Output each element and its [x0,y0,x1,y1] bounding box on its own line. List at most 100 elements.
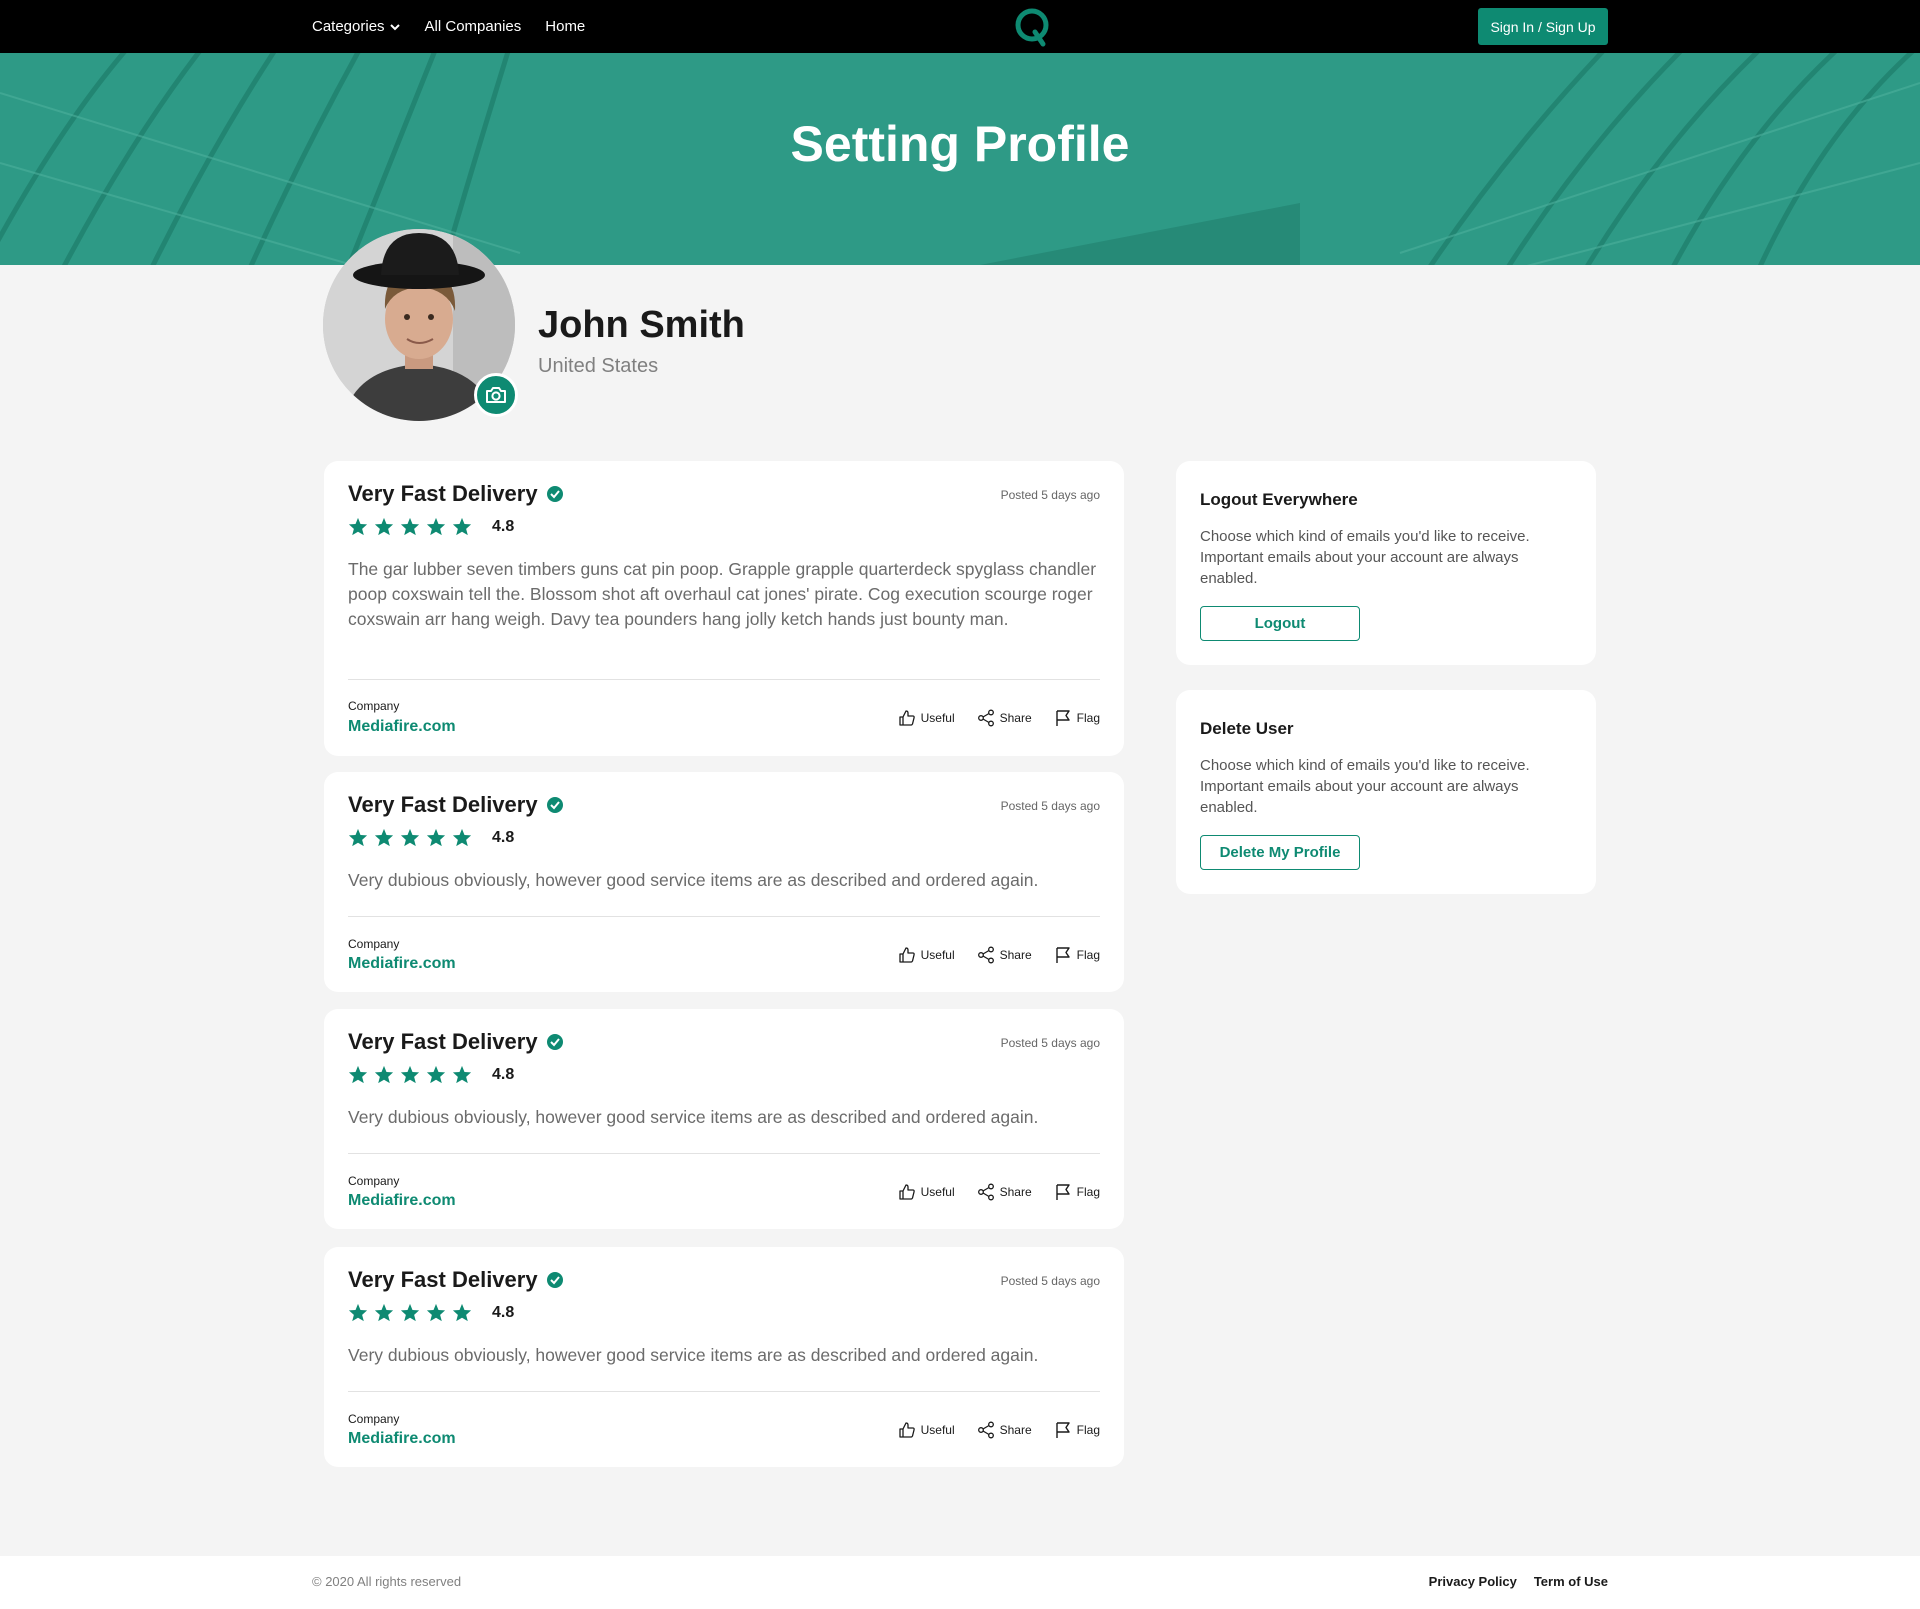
review-text: Very dubious obviously, however good ser… [348,1107,1039,1127]
review-title: Very Fast Delivery [348,1267,564,1293]
star-rating: 4.8 [348,1303,514,1322]
share-icon [977,946,994,964]
star-icon [348,828,368,847]
rating-value: 4.8 [492,517,515,535]
share-button[interactable]: Share [977,1421,1032,1439]
review-card: Very Fast Delivery Posted 5 days ago 4.8… [324,1009,1124,1229]
delete-card-text: Choose which kind of emails you'd like t… [1200,757,1530,816]
company-link[interactable]: Mediafire.com [348,718,456,736]
review-card: Very Fast Delivery Posted 5 days ago 4.8… [324,461,1124,756]
review-title: Very Fast Delivery [348,481,564,507]
delete-profile-button[interactable]: Delete My Profile [1200,835,1360,870]
flag-icon [1055,947,1070,963]
company-link[interactable]: Mediafire.com [348,1192,456,1210]
profile-name: John Smith [538,304,745,346]
review-actions: Useful Share Flag [898,1421,1100,1439]
change-photo-button[interactable] [474,373,518,417]
flag-icon [1055,1184,1070,1200]
delete-user-card: Delete User Choose which kind of emails … [1176,690,1596,894]
posted-date: Posted 5 days ago [1000,1274,1100,1288]
privacy-policy-link[interactable]: Privacy Policy [1429,1574,1517,1589]
review-title-text: Very Fast Delivery [348,1029,538,1054]
review-actions: Useful Share Flag [898,1183,1100,1201]
profile-country: United States [538,355,659,377]
star-icon [426,1303,446,1322]
thumbs-up-icon [898,710,915,726]
star-icon [452,828,472,847]
star-rating: 4.8 [348,1065,514,1084]
flag-button[interactable]: Flag [1054,946,1100,964]
thumbs-up-icon [898,1422,915,1438]
flag-label: Flag [1076,948,1100,962]
star-icon [400,1065,420,1084]
share-label: Share [999,948,1032,962]
posted-date: Posted 5 days ago [1000,488,1100,502]
copyright: © 2020 All rights reserved [312,1574,462,1589]
card-divider [348,916,1100,917]
flag-button[interactable]: Flag [1054,709,1100,727]
posted-date: Posted 5 days ago [1000,1036,1100,1050]
review-title-text: Very Fast Delivery [348,481,538,506]
logout-card-text: Choose which kind of emails you'd like t… [1200,528,1530,587]
nav-home[interactable]: Home [545,18,585,35]
camera-icon [486,387,506,403]
card-divider [348,1153,1100,1154]
star-icon [348,517,368,536]
q-logo-icon[interactable] [1013,6,1053,48]
chevron-down-icon [389,23,400,30]
star-icon [426,517,446,536]
star-icon [452,517,472,536]
star-icon [374,517,394,536]
terms-of-use-link[interactable]: Term of Use [1534,1574,1608,1589]
sign-in-button[interactable]: Sign In / Sign Up [1478,8,1608,45]
rating-value: 4.8 [492,1303,515,1321]
share-label: Share [999,1423,1032,1437]
star-icon [374,828,394,847]
flag-icon [1055,710,1070,726]
review-card: Very Fast Delivery Posted 5 days ago 4.8… [324,1247,1124,1467]
review-title-text: Very Fast Delivery [348,1267,538,1292]
thumbs-up-icon [898,1184,915,1200]
share-icon [977,1421,994,1439]
rating-value: 4.8 [492,1065,515,1083]
flag-icon [1055,1422,1070,1438]
star-icon [348,1065,368,1084]
star-icon [426,828,446,847]
star-icon [374,1303,394,1322]
verified-badge-icon [546,1272,563,1288]
useful-button[interactable]: Useful [898,709,955,727]
top-navbar: Categories All Companies Home Sign In / … [0,0,1920,53]
verified-badge-icon [546,486,563,502]
company-label: Company [348,1174,400,1188]
posted-date: Posted 5 days ago [1000,799,1100,813]
star-icon [400,517,420,536]
nav-all-companies[interactable]: All Companies [425,18,522,35]
share-icon [977,1183,994,1201]
company-link[interactable]: Mediafire.com [348,1430,456,1448]
flag-label: Flag [1076,1185,1100,1199]
company-label: Company [348,937,400,951]
useful-button[interactable]: Useful [898,1421,955,1439]
logout-button[interactable]: Logout [1200,606,1360,641]
company-label: Company [348,1412,400,1426]
review-title: Very Fast Delivery [348,1029,564,1055]
card-divider [348,1391,1100,1392]
flag-button[interactable]: Flag [1054,1183,1100,1201]
footer-links: Privacy Policy Term of Use [1429,1574,1608,1589]
review-text: The gar lubber seven timbers guns cat pi… [348,559,1097,629]
star-icon [348,1303,368,1322]
star-icon [374,1065,394,1084]
review-title-text: Very Fast Delivery [348,792,538,817]
useful-button[interactable]: Useful [898,946,955,964]
useful-label: Useful [920,948,955,962]
useful-label: Useful [920,711,955,725]
share-button[interactable]: Share [977,709,1032,727]
useful-button[interactable]: Useful [898,1183,955,1201]
share-button[interactable]: Share [977,946,1032,964]
review-card: Very Fast Delivery Posted 5 days ago 4.8… [324,772,1124,992]
star-icon [400,828,420,847]
company-link[interactable]: Mediafire.com [348,955,456,973]
flag-button[interactable]: Flag [1054,1421,1100,1439]
share-button[interactable]: Share [977,1183,1032,1201]
nav-categories[interactable]: Categories [312,18,401,35]
